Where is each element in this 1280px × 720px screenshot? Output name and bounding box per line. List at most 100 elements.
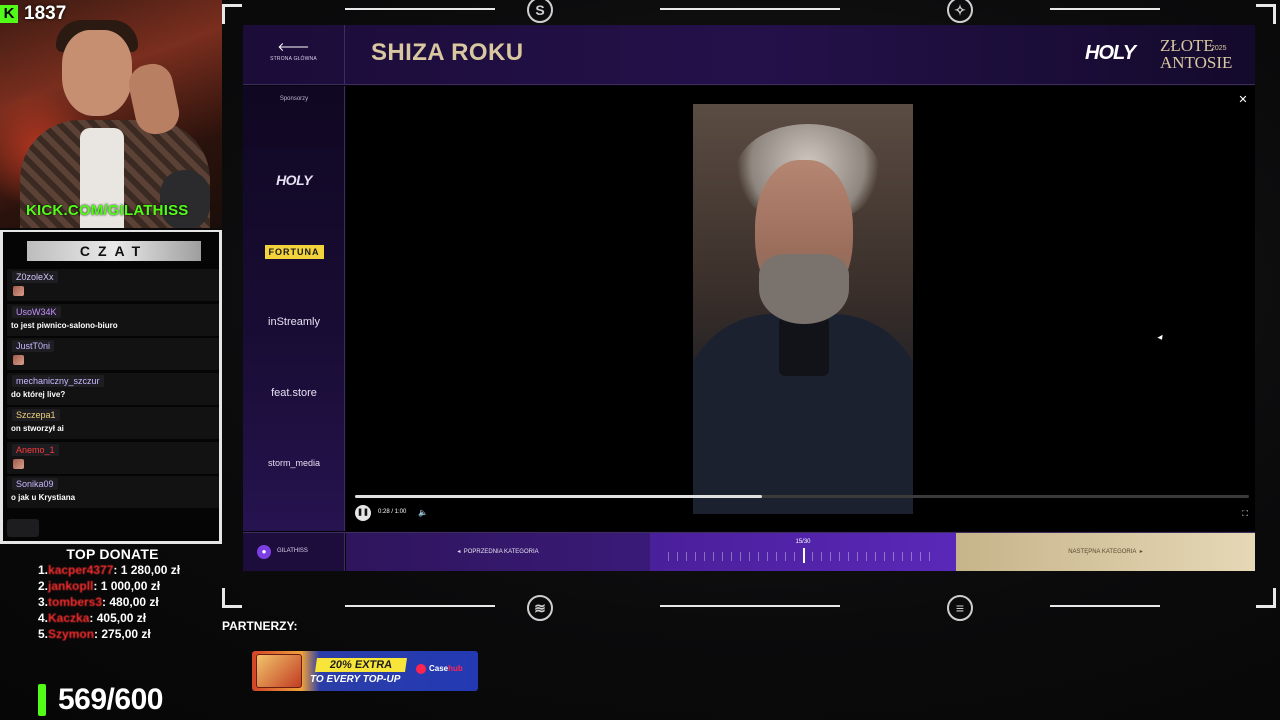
- globe-emblem-icon: ≡: [947, 595, 973, 621]
- donation-rank: 2.: [38, 579, 49, 593]
- chat-message: Z0zoleXx: [7, 269, 219, 301]
- frame-corner: [1256, 4, 1276, 24]
- chat-title: CZAT: [27, 241, 201, 261]
- emote-icon: [13, 286, 24, 296]
- username: GILATHISS: [277, 548, 308, 554]
- frame-corner: [222, 588, 242, 608]
- donation-rank: 1.: [38, 563, 49, 577]
- chat-input[interactable]: [7, 519, 39, 537]
- chat-text: o jak u Krystiana: [11, 493, 76, 502]
- channel-url: KICK.COM/GILATHISS: [26, 202, 189, 219]
- frame-line: [345, 605, 495, 607]
- chat-message: Szczepa1 on stworzył ai: [7, 407, 219, 439]
- chat-message: mechaniczny_szczurdo której live?: [7, 372, 219, 405]
- home-nav-button[interactable]: 🡐 STRONA GŁÓWNA: [243, 25, 345, 85]
- app-header: 🡐 STRONA GŁÓWNA SHIZA ROKU HOLY ZŁOTE AN…: [243, 25, 1255, 85]
- volume-icon[interactable]: 🔈: [418, 508, 428, 517]
- kick-follower-badge: K 1837: [0, 3, 66, 25]
- chat-username[interactable]: Z0zoleXx: [12, 271, 58, 283]
- chat-username[interactable]: JustT0ni: [12, 340, 55, 352]
- video-progress-fill: [355, 495, 762, 498]
- sponsor-storm-media[interactable]: storm_media: [243, 453, 345, 471]
- viewer-count-value: 569/600: [58, 683, 163, 716]
- category-progress: 15/30: [650, 533, 956, 571]
- chat-username[interactable]: Anemo_1: [12, 443, 59, 456]
- video-time: 0:28 / 1:00: [378, 509, 407, 515]
- top-donate-title: TOP DONATE: [66, 546, 159, 562]
- partners-label: PARTNERZY:: [222, 619, 298, 633]
- frame-line: [345, 8, 495, 10]
- donation-name: Kaczka: [48, 611, 90, 625]
- home-label: STRONA GŁÓWNA: [270, 56, 317, 62]
- frame-corner: [222, 4, 242, 24]
- frame-line: [1050, 8, 1160, 10]
- partner-promo-banner: 20% EXTRA TO EVERY TOP-UP Casehub: [252, 651, 478, 691]
- chat-username[interactable]: UsoW34K: [12, 305, 61, 318]
- user-chip[interactable]: ● GILATHISS: [243, 533, 345, 571]
- pause-icon[interactable]: ❚❚: [355, 505, 371, 521]
- donation-name: tombers3: [48, 595, 103, 609]
- page-title: SHIZA ROKU: [371, 39, 524, 66]
- prev-category-button[interactable]: ◂ POPRZEDNIA KATEGORIA: [346, 533, 650, 571]
- video-frame: [693, 104, 913, 514]
- arrow-left-icon: 🡐: [277, 40, 310, 54]
- follower-count: 1837: [24, 3, 67, 24]
- viewer-count: 569/600: [38, 683, 163, 717]
- promo-subline: TO EVERY TOP-UP: [310, 674, 401, 685]
- gift-box-icon: [256, 654, 302, 688]
- mouse-cursor-icon: [1157, 334, 1165, 342]
- video-progress-bar[interactable]: [355, 495, 1249, 498]
- donation-row: 2.jankopll: 1 000,00 zł: [20, 578, 205, 594]
- awards-app-window: 🡐 STRONA GŁÓWNA SHIZA ROKU HOLY ZŁOTE AN…: [243, 25, 1255, 571]
- webcam-feed: [0, 0, 222, 228]
- category-footer: ● GILATHISS ◂ POPRZEDNIA KATEGORIA 15/30…: [243, 532, 1255, 571]
- chat-username[interactable]: Sonika09: [12, 478, 58, 490]
- fullscreen-icon[interactable]: ⛶: [1242, 509, 1248, 519]
- chat-message: Anemo_1: [7, 441, 219, 474]
- emote-icon: [13, 458, 24, 469]
- donation-amount: : 405,00 zł: [89, 611, 147, 625]
- donation-amount: : 275,00 zł: [94, 627, 151, 641]
- holy-logo: HOLY: [1085, 42, 1136, 64]
- sponsors-header: Sponsorzy: [279, 96, 309, 102]
- frame-line: [660, 605, 840, 607]
- chat-username[interactable]: mechaniczny_szczur: [12, 374, 104, 387]
- promo-brand: Casehub: [416, 664, 463, 674]
- next-category-button[interactable]: NASTĘPNA KATEGORIA ▸: [956, 533, 1255, 571]
- video-player[interactable]: ✕ ❚❚ 0:28 / 1:00 🔈 ⛶: [346, 86, 1255, 531]
- chat-text: do której live?: [11, 389, 66, 399]
- chat-message: JustT0ni: [7, 338, 219, 370]
- sponsor-holy[interactable]: HOLY: [243, 172, 345, 190]
- kick-logo-icon: K: [0, 5, 18, 23]
- donation-amount: : 480,00 zł: [102, 595, 159, 609]
- donation-row: 3.tombers3: 480,00 zł: [20, 594, 205, 610]
- chat-text: to jest piwnico-salono-biuro: [11, 320, 118, 330]
- sponsor-fortuna[interactable]: FORTUNA: [243, 242, 345, 260]
- donation-row: 4.Kaczka: 405,00 zł: [20, 610, 205, 626]
- chat-message: UsoW34K to jest piwnico-salono-biuro: [7, 303, 219, 336]
- viewer-bar-icon: [38, 684, 46, 716]
- close-icon[interactable]: ✕: [1237, 94, 1249, 106]
- donation-row: 1.kacper4377: 1 280,00 zł: [20, 562, 205, 578]
- awards-year: 2025: [1211, 45, 1227, 52]
- promo-headline: 20% EXTRA: [315, 658, 407, 672]
- top-donate-panel: TOP DONATE 1.kacper4377: 1 280,00 zł 2.ja…: [20, 546, 205, 642]
- compass-emblem-icon: ✧: [947, 0, 973, 23]
- casehub-logo-icon: [416, 664, 426, 674]
- emote-icon: [13, 355, 24, 365]
- category-counter: 15/30: [795, 539, 811, 545]
- donation-name: jankopll: [48, 579, 94, 593]
- donation-name: Szymon: [48, 627, 95, 641]
- chat-text: on stworzył ai: [11, 424, 64, 433]
- donation-rank: 3.: [38, 595, 49, 609]
- donation-rank: 4.: [38, 611, 49, 625]
- sponsor-instreamly[interactable]: inStreamly: [243, 312, 345, 330]
- frame-line: [660, 8, 840, 10]
- chat-message: Sonika09 o jak u Krystiana: [7, 476, 219, 508]
- chat-username[interactable]: Szczepa1: [12, 409, 60, 421]
- frame-corner: [1256, 588, 1276, 608]
- user-avatar-icon: ●: [257, 545, 271, 559]
- donation-amount: : 1 280,00 zł: [113, 563, 181, 577]
- sponsors-sidebar: Sponsorzy HOLY FORTUNA inStreamly feat.s…: [243, 86, 345, 531]
- sponsor-featstore[interactable]: feat.store: [243, 383, 345, 401]
